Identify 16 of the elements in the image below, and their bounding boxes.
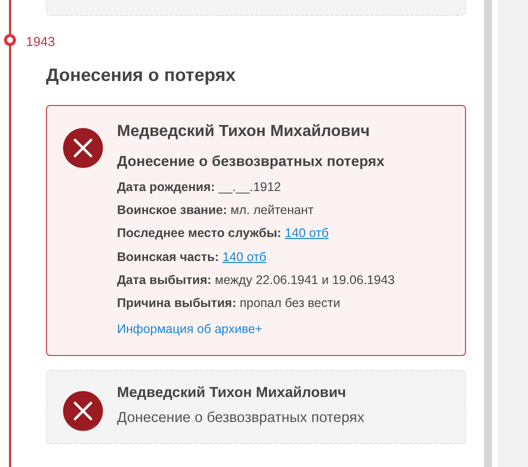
timeline-year: 1943 <box>26 33 55 51</box>
detail-line: Дата выбытия: между 22.06.1941 и 19.06.1943 <box>117 272 395 289</box>
unit-link[interactable]: 140 отб <box>284 226 329 240</box>
report-type: Донесение о безвозвратных потерях <box>117 153 386 172</box>
report-type: Донесение о безвозвратных потерях <box>117 409 364 428</box>
detail-line: Дата рождения: __.__.1912 <box>117 178 282 196</box>
detail-line: Воинское звание: мл. лейтенант <box>117 202 315 219</box>
archive-info-link[interactable]: Информация об архиве+ <box>117 322 262 336</box>
person-name: Медведский Тихон Михайлович <box>117 384 348 404</box>
detail-line: Последнее место службы: 140 отб <box>117 225 330 242</box>
section-title: Донесения о потерях <box>46 64 237 87</box>
detail-line: Воинская часть: 140 отб <box>117 248 268 266</box>
person-name: Медведский Тихон Михайлович <box>117 122 371 142</box>
detail-line: Причина выбытия: пропал без вести <box>117 295 342 312</box>
unit-link[interactable]: 140 отб <box>222 250 266 264</box>
report-card[interactable]: Медведский Тихон Михайлович Донесение о безвозвратных потерях <box>46 370 466 444</box>
